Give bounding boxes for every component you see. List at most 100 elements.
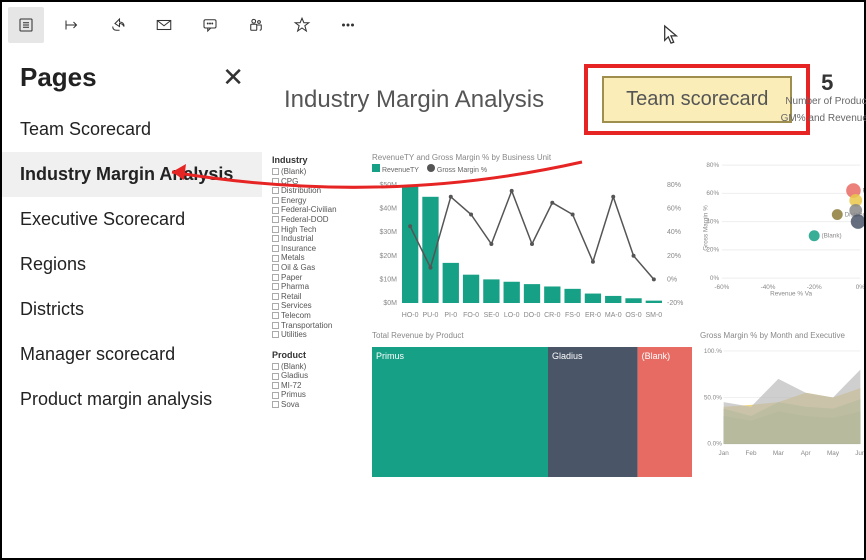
svg-text:80%: 80% [667,182,681,189]
team-scorecard-button[interactable]: Team scorecard [602,76,792,123]
chat-icon[interactable] [192,7,228,43]
svg-text:0%: 0% [856,284,864,291]
svg-text:May: May [827,450,840,457]
svg-text:(Blank): (Blank) [642,351,671,361]
filter-item[interactable]: Gladius [272,371,364,381]
star-icon[interactable] [284,7,320,43]
filter-item[interactable]: Federal-Civilian [272,205,364,215]
filter-item[interactable]: CPG [272,177,364,187]
teams-icon[interactable] [238,7,274,43]
filter-item[interactable]: (Blank) [272,167,364,177]
filter-item[interactable]: Energy [272,196,364,206]
svg-text:PU-0: PU-0 [422,312,438,319]
share-icon[interactable] [100,7,136,43]
page-item[interactable]: Industry Margin Analysis [2,152,262,197]
svg-text:0.0%: 0.0% [707,441,722,448]
kpi-value: 5 [781,70,866,96]
svg-text:60%: 60% [706,190,719,197]
svg-text:Gross Margin %: Gross Margin % [702,205,709,251]
filter-item[interactable]: Oil & Gas [272,263,364,273]
toolbar [2,2,864,48]
svg-text:$40M: $40M [379,206,397,213]
svg-text:ER-0: ER-0 [585,312,601,319]
filter-item[interactable]: Telecom [272,311,364,321]
svg-text:LO-0: LO-0 [504,312,520,319]
report-title: Industry Margin Analysis [284,86,544,114]
svg-text:80%: 80% [706,162,719,169]
filter-item[interactable]: Sova [272,400,364,410]
filter-item[interactable]: Utilities [272,330,364,340]
page-item[interactable]: Product margin analysis [2,377,262,422]
sidebar-title: Pages [20,62,97,93]
svg-text:-60%: -60% [714,284,729,291]
filter-item[interactable]: Pharma [272,282,364,292]
filter-item[interactable]: Federal-DOD [272,215,364,225]
svg-text:Gladius: Gladius [552,351,583,361]
svg-text:HO-0: HO-0 [402,312,419,319]
area-chart[interactable]: Gross Margin % by Month and Executive 0.… [700,331,864,491]
combo-chart[interactable]: RevenueTY and Gross Margin % by Business… [372,153,692,323]
svg-text:$20M: $20M [379,253,397,260]
svg-text:Fed: Fed [863,187,864,194]
filter-item[interactable]: Distribution [272,186,364,196]
svg-text:SE-0: SE-0 [484,312,500,319]
kpi-card: 5 Number of Product GM% and RevenueT [781,70,866,124]
close-icon[interactable]: ✕ [222,62,244,93]
svg-text:40%: 40% [667,229,681,236]
report-canvas: Industry Margin Analysis Team scorecard … [262,48,864,558]
filter-item[interactable]: Metals [272,253,364,263]
svg-text:Jan: Jan [719,450,730,457]
svg-text:PI-0: PI-0 [444,312,457,319]
filter-item[interactable]: Paper [272,273,364,283]
svg-text:$0M: $0M [383,300,397,307]
svg-text:FO-0: FO-0 [463,312,479,319]
industry-filter-title: Industry [272,155,364,165]
filter-item[interactable]: Primus [272,390,364,400]
svg-text:(Blank): (Blank) [821,233,841,240]
svg-text:Apr: Apr [801,450,812,457]
svg-text:Mar: Mar [773,450,785,457]
page-item[interactable]: Executive Scorecard [2,197,262,242]
treemap-title: Total Revenue by Product [372,331,692,340]
svg-text:DO-0: DO-0 [524,312,541,319]
filter-item[interactable]: Transportation [272,321,364,331]
more-icon[interactable] [330,7,366,43]
svg-text:$10M: $10M [379,276,397,283]
page-item[interactable]: Regions [2,242,262,287]
bubble-chart[interactable]: 0%20%40%60%80%Gross Margin %-60%-40%-20%… [700,153,864,323]
mail-icon[interactable] [146,7,182,43]
filter-item[interactable]: MI-72 [272,381,364,391]
page-item[interactable]: Manager scorecard [2,332,262,377]
combo-chart-title: RevenueTY and Gross Margin % by Business… [372,153,692,162]
filter-item[interactable]: Services [272,301,364,311]
svg-text:OS-0: OS-0 [625,312,641,319]
svg-text:100.%: 100.% [704,348,722,355]
kpi-sublabel: GM% and RevenueT [781,113,866,124]
filter-item[interactable]: (Blank) [272,362,364,372]
mouse-cursor-icon [662,24,680,51]
treemap-chart[interactable]: Total Revenue by Product PrimusGladius(B… [372,331,692,491]
enter-icon[interactable] [54,7,90,43]
svg-text:MA-0: MA-0 [605,312,622,319]
page-item[interactable]: Team Scorecard [2,107,262,152]
svg-text:0%: 0% [710,275,720,282]
product-filter-title: Product [272,350,364,360]
svg-text:Jun: Jun [855,450,864,457]
filter-item[interactable]: Retail [272,292,364,302]
filter-item[interactable]: High Tech [272,225,364,235]
filter-item[interactable]: Industrial [272,234,364,244]
svg-text:FS-0: FS-0 [565,312,580,319]
filter-item[interactable]: Insurance [272,244,364,254]
svg-text:Revenue % Va: Revenue % Va [770,290,812,297]
pages-pane-toggle[interactable] [8,7,44,43]
svg-text:$50M: $50M [379,182,397,189]
page-item[interactable]: Districts [2,287,262,332]
svg-text:Feb: Feb [746,450,757,457]
area-title: Gross Margin % by Month and Executive [700,331,864,340]
annotation-highlight: Team scorecard [584,64,810,135]
svg-text:0%: 0% [667,276,677,283]
combo-legend: RevenueTY Gross Margin % [372,164,692,174]
kpi-label: Number of Product [781,96,866,107]
svg-text:$30M: $30M [379,229,397,236]
svg-text:-20%: -20% [667,300,683,307]
